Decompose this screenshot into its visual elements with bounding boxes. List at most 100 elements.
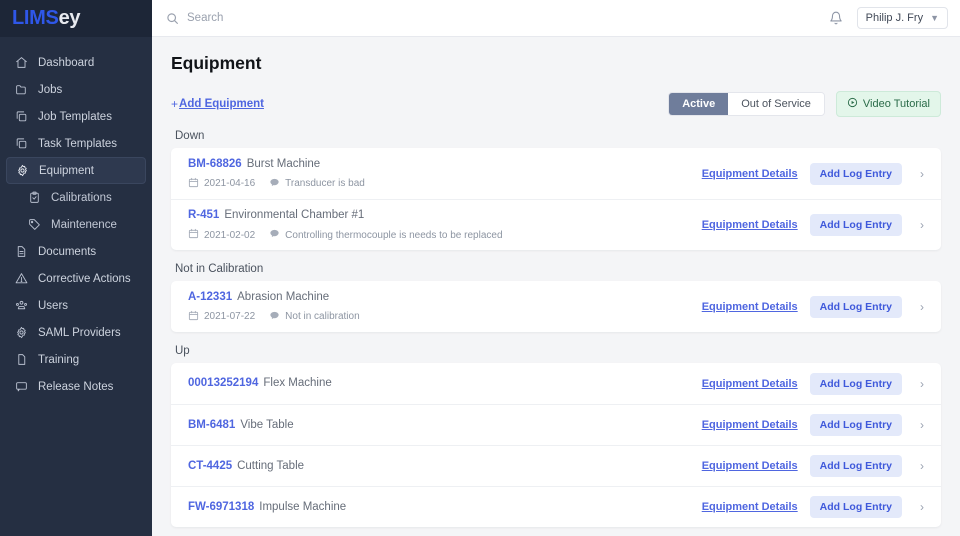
sidebar-item-label: SAML Providers bbox=[38, 327, 121, 339]
chevron-right-icon[interactable]: › bbox=[914, 460, 930, 472]
row-left: R-451Environmental Chamber #12021-02-02C… bbox=[188, 208, 702, 242]
add-log-entry-button[interactable]: Add Log Entry bbox=[810, 414, 902, 436]
chevron-right-icon[interactable]: › bbox=[914, 219, 930, 231]
home-icon bbox=[13, 55, 29, 71]
sidebar-item-label: Dashboard bbox=[38, 57, 94, 69]
main-area: Philip J. Fry ▼ Equipment +Add Equipment… bbox=[152, 0, 960, 536]
sidebar-item-job-templates[interactable]: Job Templates bbox=[6, 103, 146, 130]
equipment-code[interactable]: R-451 bbox=[188, 209, 219, 221]
equipment-card: A-12331Abrasion Machine2021-07-22Not in … bbox=[171, 281, 941, 332]
sidebar-item-training[interactable]: Training bbox=[6, 346, 146, 373]
page-toolbar: +Add Equipment ActiveOut of Service Vide… bbox=[171, 91, 941, 117]
sidebar-item-label: Job Templates bbox=[38, 111, 112, 123]
equipment-code[interactable]: BM-68826 bbox=[188, 158, 242, 170]
copy-icon bbox=[13, 109, 29, 125]
sidebar-item-jobs[interactable]: Jobs bbox=[6, 76, 146, 103]
row-actions: Equipment Details Add Log Entry › bbox=[702, 296, 930, 318]
add-log-entry-button[interactable]: Add Log Entry bbox=[810, 496, 902, 518]
equipment-groups: Down BM-68826Burst Machine2021-04-16Trans… bbox=[171, 130, 941, 527]
status-filter-group: ActiveOut of Service bbox=[668, 92, 825, 116]
row-note: Controlling thermocouple is needs to be … bbox=[269, 228, 502, 242]
search-input[interactable] bbox=[187, 12, 507, 24]
page-icon bbox=[13, 352, 29, 368]
page-title: Equipment bbox=[171, 53, 941, 74]
row-actions: Equipment Details Add Log Entry › bbox=[702, 455, 930, 477]
chevron-right-icon[interactable]: › bbox=[914, 301, 930, 313]
add-log-entry-button[interactable]: Add Log Entry bbox=[810, 296, 902, 318]
row-left: A-12331Abrasion Machine2021-07-22Not in … bbox=[188, 290, 702, 324]
notifications-bell-icon[interactable] bbox=[829, 11, 843, 25]
equipment-code[interactable]: A-12331 bbox=[188, 291, 232, 303]
comment-bubble-icon bbox=[269, 310, 280, 324]
row-date: 2021-04-16 bbox=[188, 177, 255, 191]
equipment-row[interactable]: R-451Environmental Chamber #12021-02-02C… bbox=[171, 199, 941, 250]
equipment-code[interactable]: FW-6971318 bbox=[188, 501, 254, 513]
equipment-row[interactable]: A-12331Abrasion Machine2021-07-22Not in … bbox=[171, 281, 941, 332]
equipment-details-link[interactable]: Equipment Details bbox=[702, 219, 798, 231]
chevron-right-icon[interactable]: › bbox=[914, 419, 930, 431]
row-left: BM-6481Vibe Table bbox=[188, 418, 702, 433]
row-date-text: 2021-02-02 bbox=[204, 230, 255, 241]
equipment-row[interactable]: 00013252194Flex MachineEquipment Details… bbox=[171, 363, 941, 404]
equipment-details-link[interactable]: Equipment Details bbox=[702, 301, 798, 313]
equipment-row[interactable]: BM-6481Vibe TableEquipment Details Add Lo… bbox=[171, 404, 941, 445]
equipment-code[interactable]: BM-6481 bbox=[188, 419, 235, 431]
row-title: FW-6971318Impulse Machine bbox=[188, 500, 702, 515]
equipment-code[interactable]: CT-4425 bbox=[188, 460, 232, 472]
user-menu[interactable]: Philip J. Fry ▼ bbox=[857, 7, 948, 29]
sidebar-item-equipment[interactable]: Equipment bbox=[6, 157, 146, 184]
sidebar-item-saml-providers[interactable]: SAML Providers bbox=[6, 319, 146, 346]
users-icon bbox=[13, 298, 29, 314]
equipment-row[interactable]: CT-4425Cutting TableEquipment DetailsAdd… bbox=[171, 445, 941, 486]
sidebar-item-documents[interactable]: Documents bbox=[6, 238, 146, 265]
sidebar-item-maintenence[interactable]: Maintenence bbox=[6, 211, 146, 238]
add-equipment-link[interactable]: +Add Equipment bbox=[171, 97, 264, 111]
equipment-details-link[interactable]: Equipment Details bbox=[702, 419, 798, 431]
row-actions: Equipment Details Add Log Entry › bbox=[702, 414, 930, 436]
app-logo[interactable]: LIMSey bbox=[0, 0, 152, 37]
sidebar-item-corrective-actions[interactable]: Corrective Actions bbox=[6, 265, 146, 292]
chevron-right-icon[interactable]: › bbox=[914, 168, 930, 180]
calendar-icon bbox=[188, 310, 199, 324]
add-log-entry-button[interactable]: Add Log Entry bbox=[810, 163, 902, 185]
row-note-text: Transducer is bad bbox=[285, 178, 365, 189]
sidebar-item-label: Equipment bbox=[39, 165, 94, 177]
equipment-details-link[interactable]: Equipment Details bbox=[702, 168, 798, 180]
row-actions: Equipment Details Add Log Entry › bbox=[702, 214, 930, 236]
group-label: Down bbox=[175, 130, 941, 142]
sidebar-item-task-templates[interactable]: Task Templates bbox=[6, 130, 146, 157]
add-log-entry-button[interactable]: Add Log Entry bbox=[810, 455, 902, 477]
sidebar-item-label: Training bbox=[38, 354, 79, 366]
add-log-entry-button[interactable]: Add Log Entry bbox=[810, 373, 902, 395]
sidebar-item-dashboard[interactable]: Dashboard bbox=[6, 49, 146, 76]
equipment-row[interactable]: BM-68826Burst Machine2021-04-16Transduce… bbox=[171, 148, 941, 199]
sidebar-item-label: Calibrations bbox=[51, 192, 112, 204]
row-meta: 2021-04-16 Transducer is bad bbox=[188, 177, 702, 191]
topbar-right: Philip J. Fry ▼ bbox=[829, 7, 948, 29]
chevron-right-icon[interactable]: › bbox=[914, 378, 930, 390]
sidebar-item-release-notes[interactable]: Release Notes bbox=[6, 373, 146, 400]
comment-bubble-icon bbox=[269, 228, 280, 242]
add-log-entry-button[interactable]: Add Log Entry bbox=[810, 214, 902, 236]
equipment-details-link[interactable]: Equipment Details bbox=[702, 378, 798, 390]
sidebar-item-users[interactable]: Users bbox=[6, 292, 146, 319]
calendar-icon bbox=[188, 177, 199, 191]
clipboard-check-icon bbox=[26, 190, 42, 206]
filter-active-button[interactable]: Active bbox=[669, 93, 728, 115]
row-actions: Equipment Details Add Log Entry › bbox=[702, 373, 930, 395]
play-circle-icon bbox=[847, 97, 858, 111]
search-box[interactable] bbox=[166, 12, 829, 25]
video-tutorial-button[interactable]: Video Tutorial bbox=[836, 91, 941, 117]
equipment-row[interactable]: FW-6971318Impulse MachineEquipment Detai… bbox=[171, 486, 941, 527]
filter-out-of-service-button[interactable]: Out of Service bbox=[728, 93, 824, 115]
row-note: Transducer is bad bbox=[269, 177, 365, 191]
row-title: 00013252194Flex Machine bbox=[188, 376, 702, 391]
equipment-code[interactable]: 00013252194 bbox=[188, 377, 258, 389]
row-date-text: 2021-04-16 bbox=[204, 178, 255, 189]
group-label: Not in Calibration bbox=[175, 263, 941, 275]
sidebar-item-calibrations[interactable]: Calibrations bbox=[6, 184, 146, 211]
chevron-right-icon[interactable]: › bbox=[914, 501, 930, 513]
sidebar-item-label: Jobs bbox=[38, 84, 62, 96]
equipment-details-link[interactable]: Equipment Details bbox=[702, 460, 798, 472]
equipment-details-link[interactable]: Equipment Details bbox=[702, 501, 798, 513]
